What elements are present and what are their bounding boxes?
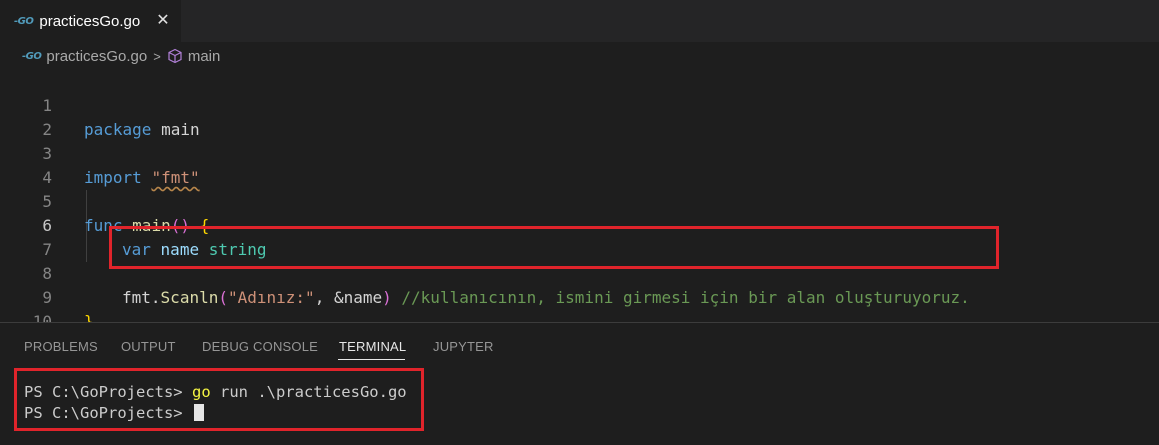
tab-jupyter[interactable]: JUPYTER <box>433 339 494 354</box>
active-tab-indicator <box>338 359 405 360</box>
code-editor[interactable]: 1 package main 2 3 import "fmt" 4 5 func… <box>0 70 1159 331</box>
breadcrumb: -GO practicesGo.go > main <box>0 42 1159 70</box>
panel-tabs: PROBLEMS OUTPUT DEBUG CONSOLE TERMINAL J… <box>0 323 1159 363</box>
code-line: 4 <box>0 142 1159 187</box>
code-line: 3 import "fmt" <box>0 118 1159 187</box>
tab-problems[interactable]: PROBLEMS <box>24 339 98 354</box>
tab-terminal[interactable]: TERMINAL <box>339 339 406 354</box>
code-line: 10 <box>0 286 1159 331</box>
editor-tab-bar: -GO practicesGo.go ✕ <box>0 0 1159 42</box>
tab-practicesgo[interactable]: -GO practicesGo.go ✕ <box>0 0 181 42</box>
cube-icon <box>168 48 182 64</box>
highlight-box-terminal <box>14 368 424 431</box>
chevron-right-icon: > <box>153 48 161 64</box>
code-line: 6 var name string <box>0 190 1159 259</box>
breadcrumb-symbol[interactable]: main <box>188 48 221 65</box>
code-line: 1 package main <box>0 70 1159 139</box>
highlight-box-code <box>109 226 999 269</box>
code-line: 2 <box>0 94 1159 139</box>
tab-debug-console[interactable]: DEBUG CONSOLE <box>202 339 318 354</box>
close-icon[interactable]: ✕ <box>156 11 170 29</box>
go-file-icon: -GO <box>14 15 34 27</box>
tab-output[interactable]: OUTPUT <box>121 339 176 354</box>
go-file-icon: -GO <box>22 50 42 62</box>
breadcrumb-file[interactable]: practicesGo.go <box>46 48 147 65</box>
tab-label: practicesGo.go <box>39 12 141 30</box>
code-line: 5 func main() { <box>0 166 1159 235</box>
